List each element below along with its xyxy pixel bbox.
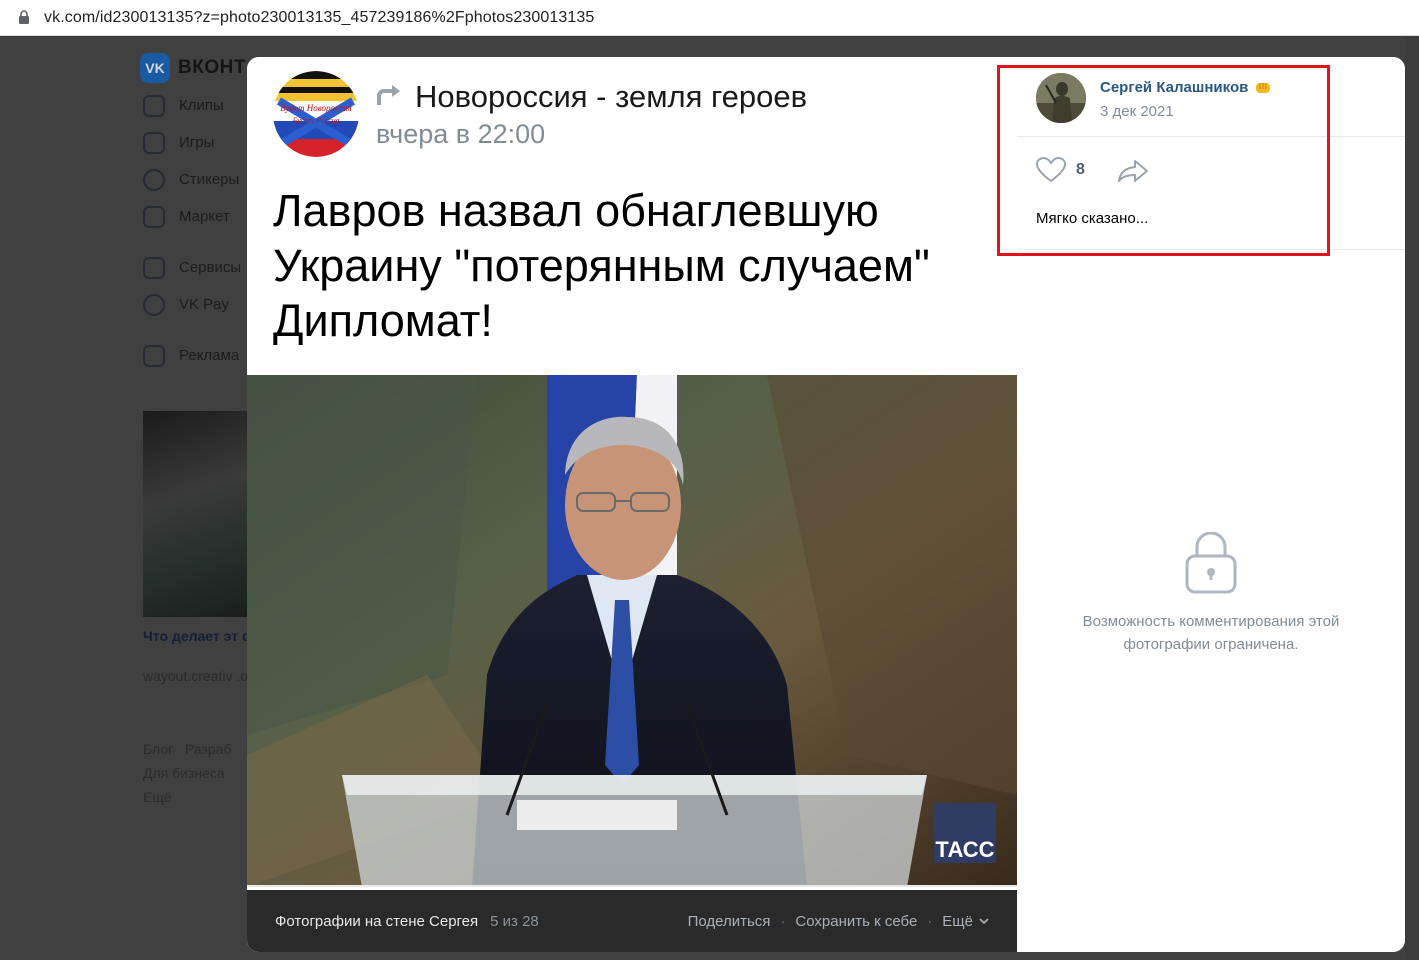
padlock-icon (1185, 532, 1237, 594)
photo-viewer-modal: Будет Новороссия Будет Россия Новороссия… (247, 57, 1405, 952)
ad-image[interactable] (143, 411, 247, 617)
menu-item-games[interactable]: Игры (143, 124, 241, 161)
vk-logo: VK ВКОНТ (140, 53, 246, 83)
tass-watermark: ТАСС (935, 837, 994, 862)
gamepad-icon (143, 131, 165, 154)
comment-item: Сергей Калашников 3 дек 2021 8 Мягко ска… (1017, 57, 1405, 250)
share-photo-button[interactable]: Поделиться (688, 913, 771, 930)
fist-emoji-icon (1256, 82, 1271, 93)
like-count: 8 (1076, 161, 1085, 178)
menu-item-market[interactable]: Маркет (143, 198, 241, 235)
right-edge (1405, 37, 1419, 960)
photo-panel: Будет Новороссия Будет Россия Новороссия… (247, 57, 1017, 952)
share-arrow-icon (1118, 160, 1148, 182)
save-photo-button[interactable]: Сохранить к себе (795, 913, 917, 930)
comment-author-avatar[interactable] (1036, 73, 1086, 123)
photo-underline (247, 885, 1017, 887)
url-text[interactable]: vk.com/id230013135?z=photo230013135_4572… (44, 9, 594, 27)
footer-links: Блог Разраб Для бизнеса Ещё (143, 737, 247, 809)
smile-icon (143, 168, 165, 191)
group-avatar[interactable]: Будет Новороссия Будет Россия (273, 71, 359, 157)
side-menu: Клипы Игры Стикеры Маркет Сервисы VK Pay… (143, 87, 241, 374)
menu-item-clips[interactable]: Клипы (143, 87, 241, 124)
group-name-link[interactable]: Новороссия - земля героев (415, 79, 807, 115)
grid-icon (143, 256, 165, 279)
menu-item-ads[interactable]: Реклама (143, 337, 241, 374)
comment-date[interactable]: 3 дек 2021 (1100, 103, 1174, 120)
menu-item-stickers[interactable]: Стикеры (143, 161, 241, 198)
heart-icon (1036, 157, 1066, 183)
ad-title[interactable]: Что делает эт событие уник (143, 627, 247, 646)
ruble-icon (143, 293, 165, 316)
like-button[interactable]: 8 (1036, 157, 1085, 183)
vk-logo-text: ВКОНТ (178, 57, 246, 78)
post-headline: Лавров назвал обнаглевшую Украину "потер… (273, 185, 930, 346)
chevron-down-icon (979, 917, 989, 924)
share-comment-button[interactable] (1117, 159, 1149, 188)
repost-icon (375, 83, 403, 109)
clips-icon (143, 94, 165, 117)
footer-dev[interactable]: Разраб (185, 741, 232, 757)
photo-bottom-bar: Фотографии на стене Сергея 5 из 28 Подел… (247, 890, 1017, 952)
bag-icon (143, 205, 165, 228)
megaphone-icon (143, 344, 165, 367)
avatar-text-top: Будет Новороссия (279, 103, 351, 113)
footer-blog[interactable]: Блог (143, 741, 173, 757)
comment-separator (1017, 136, 1405, 137)
album-link[interactable]: Фотографии на стене Сергея (275, 913, 478, 930)
footer-business[interactable]: Для бизнеса (143, 761, 247, 785)
locked-message: Возможность комментирования этой фотогра… (1082, 613, 1340, 653)
footer-more[interactable]: Ещё (143, 785, 247, 809)
main-photo[interactable]: ТАСС (247, 375, 1017, 887)
more-label: Ещё (942, 912, 973, 930)
avatar-text-bottom: Будет Россия (292, 116, 340, 125)
photo-counter: 5 из 28 (490, 912, 539, 930)
ad-source: wayout.creativ .org (143, 668, 247, 684)
more-button[interactable]: Ещё (942, 913, 989, 930)
comments-locked-notice: Возможность комментирования этой фотогра… (1017, 532, 1405, 656)
menu-item-services[interactable]: Сервисы (143, 249, 241, 286)
vk-logo-icon: VK (140, 53, 170, 83)
comment-author-name[interactable]: Сергей Калашников (1100, 79, 1272, 96)
comments-panel: Сергей Калашников 3 дек 2021 8 Мягко ска… (1017, 57, 1405, 952)
comment-text: Мягко сказано... (1036, 210, 1149, 227)
browser-address-bar[interactable]: vk.com/id230013135?z=photo230013135_4572… (0, 0, 1419, 36)
post-time[interactable]: вчера в 22:00 (376, 119, 545, 150)
lock-icon (18, 9, 32, 26)
menu-item-vkpay[interactable]: VK Pay (143, 286, 241, 323)
